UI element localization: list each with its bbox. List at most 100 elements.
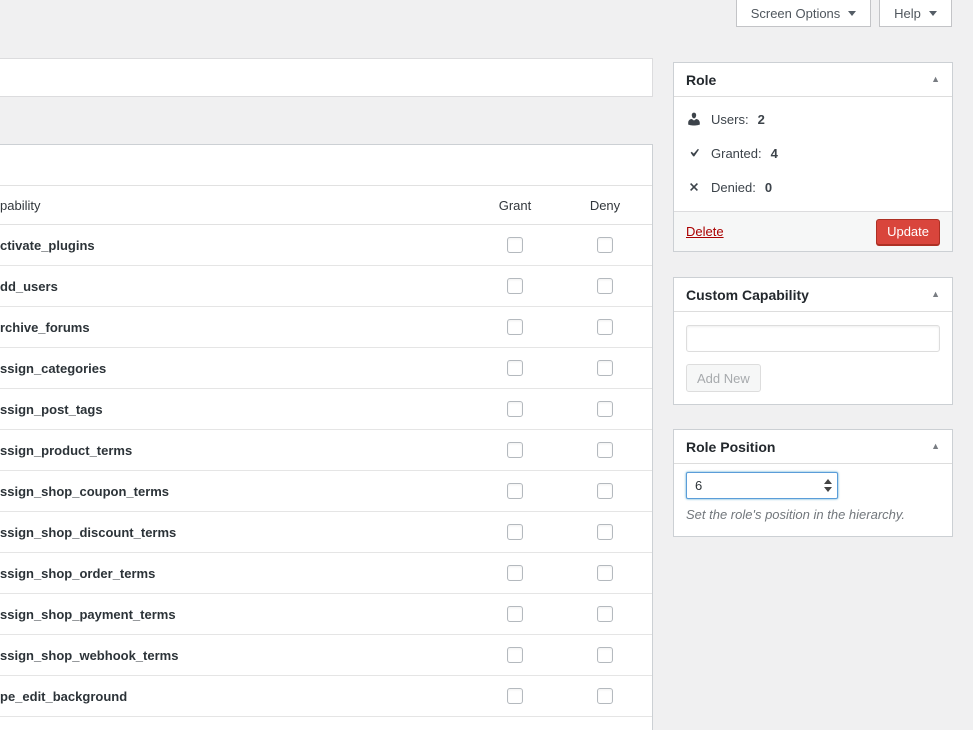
capability-row: ssign_categories: [0, 348, 652, 389]
capability-row: ssign_shop_webhook_terms: [0, 635, 652, 676]
update-button[interactable]: Update: [876, 219, 940, 245]
role-position-panel-title: Role Position: [686, 439, 775, 455]
capability-name: ssign_categories: [0, 361, 485, 376]
deny-cell: [575, 360, 635, 376]
custom-capability-panel: Custom Capability ▲ Add New: [673, 277, 953, 405]
deny-cell: [575, 278, 635, 294]
collapse-toggle-icon[interactable]: ▲: [931, 75, 940, 84]
grant-cell: [485, 565, 545, 581]
capability-row: ssign_post_tags: [0, 389, 652, 430]
grant-checkbox[interactable]: [507, 688, 523, 704]
capabilities-box-top-space: [0, 145, 652, 185]
grant-cell: [485, 606, 545, 622]
help-label: Help: [894, 6, 921, 21]
capability-row: ssign_product_terms: [0, 430, 652, 471]
deny-cell: [575, 319, 635, 335]
custom-capability-input[interactable]: [686, 325, 940, 352]
capability-row: ssign_shop_order_terms: [0, 553, 652, 594]
capability-row: ssign_shop_payment_terms: [0, 594, 652, 635]
custom-capability-panel-title: Custom Capability: [686, 287, 809, 303]
spinner-down-icon[interactable]: [824, 487, 832, 492]
deny-cell: [575, 688, 635, 704]
deny-checkbox[interactable]: [597, 360, 613, 376]
role-position-panel: Role Position ▲ 6 Set the role's positio…: [673, 429, 953, 537]
grant-cell: [485, 237, 545, 253]
granted-stat-label: Granted:: [711, 146, 762, 161]
grant-checkbox[interactable]: [507, 319, 523, 335]
capability-name: rchive_forums: [0, 320, 485, 335]
capability-column-header: pability: [0, 198, 485, 213]
users-stat: Users: 2: [686, 102, 940, 136]
capability-row: dd_users: [0, 266, 652, 307]
deny-checkbox[interactable]: [597, 647, 613, 663]
grant-checkbox[interactable]: [507, 360, 523, 376]
role-position-hint: Set the role's position in the hierarchy…: [686, 507, 940, 522]
deny-checkbox[interactable]: [597, 237, 613, 253]
collapse-toggle-icon[interactable]: ▲: [931, 290, 940, 299]
grant-cell: [485, 401, 545, 417]
users-stat-label: Users:: [711, 112, 749, 127]
deny-checkbox[interactable]: [597, 606, 613, 622]
deny-checkbox[interactable]: [597, 442, 613, 458]
capability-row: ssign_shop_coupon_terms: [0, 471, 652, 512]
capability-row: rchive_forums: [0, 307, 652, 348]
role-panel-title: Role: [686, 72, 716, 88]
users-stat-value: 2: [758, 112, 765, 127]
role-position-panel-header[interactable]: Role Position ▲: [674, 430, 952, 464]
granted-stat-value: 4: [771, 146, 778, 161]
role-position-value: 6: [687, 478, 819, 493]
grant-cell: [485, 483, 545, 499]
deny-checkbox[interactable]: [597, 278, 613, 294]
delete-role-link[interactable]: Delete: [686, 224, 724, 239]
capability-name: ssign_post_tags: [0, 402, 485, 417]
grant-column-header: Grant: [485, 198, 545, 213]
capability-name: ssign_shop_discount_terms: [0, 525, 485, 540]
grant-checkbox[interactable]: [507, 524, 523, 540]
grant-checkbox[interactable]: [507, 647, 523, 663]
deny-checkbox[interactable]: [597, 565, 613, 581]
role-position-input[interactable]: 6: [686, 472, 838, 499]
deny-checkbox[interactable]: [597, 319, 613, 335]
grant-cell: [485, 360, 545, 376]
deny-checkbox[interactable]: [597, 483, 613, 499]
role-position-body: 6 Set the role's position in the hierarc…: [674, 464, 952, 530]
custom-capability-body: Add New: [674, 312, 952, 405]
denied-stat-label: Denied:: [711, 180, 756, 195]
grant-checkbox[interactable]: [507, 483, 523, 499]
add-new-button[interactable]: Add New: [686, 364, 761, 392]
deny-cell: [575, 647, 635, 663]
x-icon: [686, 179, 702, 195]
number-spinner[interactable]: [819, 479, 837, 492]
deny-checkbox[interactable]: [597, 688, 613, 704]
grant-checkbox[interactable]: [507, 565, 523, 581]
grant-checkbox[interactable]: [507, 237, 523, 253]
capability-row: pe_edit_background: [0, 676, 652, 717]
deny-checkbox[interactable]: [597, 401, 613, 417]
grant-cell: [485, 278, 545, 294]
deny-checkbox[interactable]: [597, 524, 613, 540]
grant-cell: [485, 688, 545, 704]
capability-name: ssign_shop_coupon_terms: [0, 484, 485, 499]
grant-checkbox[interactable]: [507, 442, 523, 458]
deny-cell: [575, 606, 635, 622]
help-button[interactable]: Help: [879, 0, 952, 27]
role-panel-header[interactable]: Role ▲: [674, 63, 952, 97]
grant-checkbox[interactable]: [507, 278, 523, 294]
collapse-toggle-icon[interactable]: ▲: [931, 442, 940, 451]
capability-name: pe_edit_background: [0, 689, 485, 704]
denied-stat-value: 0: [765, 180, 772, 195]
grant-checkbox[interactable]: [507, 606, 523, 622]
deny-cell: [575, 565, 635, 581]
role-name-field[interactable]: [0, 58, 653, 97]
chevron-down-icon: [929, 11, 937, 16]
spinner-up-icon[interactable]: [824, 479, 832, 484]
capability-table-header: pability Grant Deny: [0, 185, 652, 225]
role-panel: Role ▲ Users: 2 Granted: 4 Denied: 0 Del…: [673, 62, 953, 252]
capability-name: ssign_product_terms: [0, 443, 485, 458]
check-icon: [686, 145, 702, 161]
grant-cell: [485, 524, 545, 540]
screen-options-button[interactable]: Screen Options: [736, 0, 871, 27]
custom-capability-panel-header[interactable]: Custom Capability ▲: [674, 278, 952, 312]
deny-column-header: Deny: [575, 198, 635, 213]
grant-checkbox[interactable]: [507, 401, 523, 417]
